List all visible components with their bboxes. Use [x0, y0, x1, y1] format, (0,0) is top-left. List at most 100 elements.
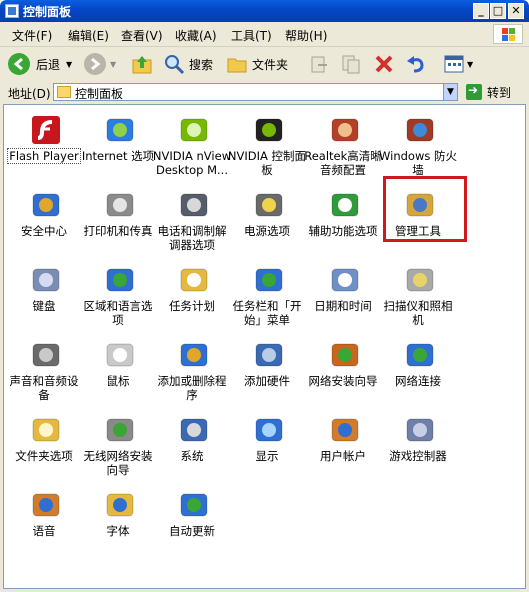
- views-button[interactable]: ▼: [443, 52, 473, 76]
- item-label: 用户帐户: [320, 449, 366, 463]
- search-label: 搜索: [189, 57, 214, 72]
- go-button[interactable]: 转到: [487, 84, 511, 101]
- explorer-window: 控制面板 _ □ ✕ 文件(F) 编辑(E) 查看(V) 收藏(A) 工具(T)…: [0, 0, 529, 592]
- up-button[interactable]: [131, 52, 153, 76]
- item-label: Internet 选项: [81, 149, 155, 163]
- address-input[interactable]: 控制面板: [53, 83, 458, 101]
- clock-icon: [329, 264, 361, 296]
- control-panel-item[interactable]: 添加硬件: [231, 335, 303, 405]
- taskbar-icon: [253, 264, 285, 296]
- item-label: 网络连接: [395, 374, 441, 388]
- control-panel-item[interactable]: 任务栏和「开始」菜单: [231, 260, 303, 330]
- control-panel-item[interactable]: 辅助功能选项: [307, 185, 379, 255]
- control-panel-item[interactable]: 网络连接: [382, 335, 454, 405]
- internet-options-icon: [104, 114, 136, 146]
- control-panel-item[interactable]: 系统: [156, 410, 228, 480]
- control-panel-item[interactable]: Windows 防火墙: [379, 110, 457, 180]
- control-panel-item[interactable]: 用户帐户: [307, 410, 379, 480]
- address-dropdown-button[interactable]: ▼: [443, 83, 458, 101]
- control-panel-item[interactable]: Realtek高清晰音频配置: [304, 110, 382, 180]
- control-panel-item[interactable]: 字体: [82, 485, 154, 555]
- control-panel-item[interactable]: 无线网络安装向导: [82, 410, 154, 480]
- control-panel-item[interactable]: 任务计划: [156, 260, 228, 330]
- control-panel-item[interactable]: 打印机和传真: [82, 185, 154, 255]
- control-panel-item[interactable]: 游戏控制器: [382, 410, 454, 480]
- item-label: 任务栏和「开始」菜单: [232, 299, 302, 327]
- folder-up-icon: [132, 56, 152, 74]
- item-label: Flash Player: [4, 148, 84, 164]
- menu-edit[interactable]: 编辑(E): [68, 27, 109, 44]
- title-bar[interactable]: 控制面板 _ □ ✕: [0, 0, 529, 22]
- item-label: 语音: [32, 524, 56, 538]
- firewall-icon: [404, 114, 436, 146]
- maximize-button[interactable]: □: [490, 3, 506, 19]
- control-panel-item[interactable]: NVIDIA 控制面板: [228, 110, 306, 180]
- control-panel-item[interactable]: 管理工具: [382, 185, 454, 255]
- back-arrow-icon: [8, 53, 30, 75]
- control-panel-item[interactable]: 自动更新: [156, 485, 228, 555]
- menu-help[interactable]: 帮助(H): [285, 27, 327, 44]
- search-icon: [165, 55, 185, 75]
- flash-icon: [30, 114, 62, 146]
- toolbar: 后退 ▼ ▼ 搜索 文件夹 ▼: [0, 47, 529, 82]
- go-arrow-icon[interactable]: [466, 83, 482, 100]
- admin-tools-icon: [404, 189, 436, 221]
- control-panel-item[interactable]: 添加或删除程序: [156, 335, 228, 405]
- menu-bar: 文件(F) 编辑(E) 查看(V) 收藏(A) 工具(T) 帮助(H): [0, 22, 529, 47]
- control-panel-item[interactable]: 日期和时间: [307, 260, 379, 330]
- control-panel-item[interactable]: 区域和语言选项: [82, 260, 154, 330]
- undo-button[interactable]: [405, 52, 427, 76]
- control-panel-item[interactable]: NVIDIA nView Desktop M...: [153, 110, 231, 180]
- address-bar: 地址(D) 控制面板 ▼ 转到: [0, 81, 529, 103]
- user-accounts-icon: [329, 414, 361, 446]
- item-label: 管理工具: [395, 224, 441, 238]
- item-label-focus: Flash Player: [7, 148, 81, 164]
- system-icon: [178, 414, 210, 446]
- item-label: 电源选项: [244, 224, 290, 238]
- control-panel-item[interactable]: 网络安装向导: [307, 335, 379, 405]
- control-panel-item[interactable]: Flash Player: [7, 110, 81, 180]
- scheduled-tasks-icon: [178, 264, 210, 296]
- item-label: 任务计划: [169, 299, 215, 313]
- power-options-icon: [253, 189, 285, 221]
- control-panel-item[interactable]: Internet 选项: [82, 110, 154, 180]
- item-label: 字体: [106, 524, 130, 538]
- network-setup-icon: [329, 339, 361, 371]
- search-button[interactable]: 搜索: [163, 52, 213, 76]
- item-label: 添加硬件: [244, 374, 290, 388]
- control-panel-item[interactable]: 声音和音频设备: [8, 335, 80, 405]
- control-panel-item[interactable]: 鼠标: [82, 335, 154, 405]
- menu-view[interactable]: 查看(V): [121, 27, 163, 44]
- folders-button[interactable]: 文件夹: [226, 52, 288, 76]
- menu-tools[interactable]: 工具(T): [231, 27, 272, 44]
- menu-file[interactable]: 文件(F): [12, 27, 52, 44]
- copy-to-button[interactable]: [340, 52, 362, 76]
- delete-button[interactable]: [373, 52, 395, 76]
- close-button[interactable]: ✕: [508, 3, 524, 19]
- minimize-button[interactable]: _: [473, 3, 489, 19]
- control-panel-icon: [57, 86, 71, 98]
- control-panel-item[interactable]: 语音: [8, 485, 80, 555]
- control-panel-item[interactable]: 显示: [231, 410, 303, 480]
- item-label: 无线网络安装向导: [83, 449, 153, 477]
- automatic-updates-icon: [178, 489, 210, 521]
- control-panel-item[interactable]: 安全中心: [8, 185, 80, 255]
- item-label: 鼠标: [106, 374, 130, 388]
- undo-icon: [407, 56, 424, 73]
- forward-arrow-icon: [84, 53, 106, 75]
- network-connections-icon: [404, 339, 436, 371]
- item-label: 系统: [180, 449, 204, 463]
- control-panel-item[interactable]: 电源选项: [231, 185, 303, 255]
- back-button[interactable]: 后退 ▼: [8, 52, 72, 76]
- menu-favorites[interactable]: 收藏(A): [175, 27, 217, 44]
- scanner-camera-icon: [404, 264, 436, 296]
- control-panel-item[interactable]: 电话和调制解调器选项: [156, 185, 228, 255]
- control-panel-item[interactable]: 键盘: [8, 260, 80, 330]
- folders-label: 文件夹: [252, 57, 289, 72]
- move-to-button[interactable]: [308, 52, 330, 76]
- control-panel-item[interactable]: 扫描仪和照相机: [382, 260, 454, 330]
- forward-button[interactable]: ▼: [84, 52, 116, 76]
- address-label: 地址(D): [8, 87, 51, 101]
- add-hardware-icon: [253, 339, 285, 371]
- control-panel-item[interactable]: 文件夹选项: [8, 410, 80, 480]
